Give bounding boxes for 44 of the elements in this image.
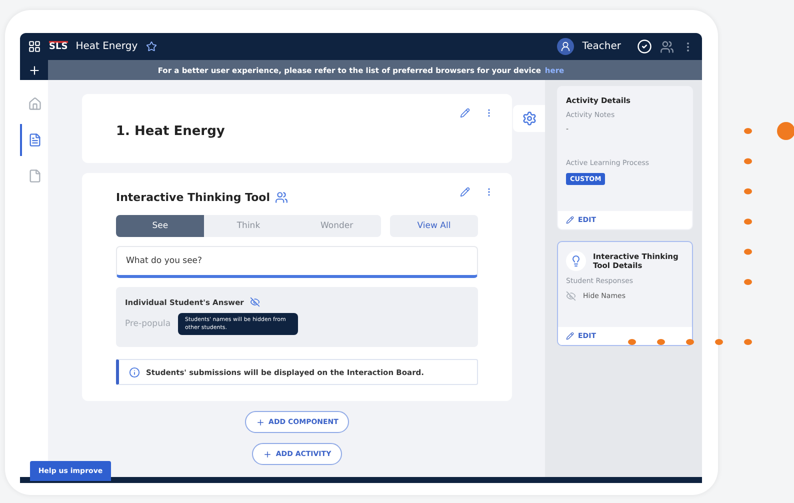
pencil-icon: [566, 332, 574, 340]
lightbulb-icon: [566, 251, 586, 271]
decor-dot: [744, 248, 752, 255]
tab[interactable]: Wonder: [292, 215, 381, 237]
edit-icon[interactable]: [460, 108, 470, 118]
decor-dot: [744, 128, 752, 134]
info-icon: [129, 366, 140, 378]
plus-icon: [28, 64, 40, 76]
app-grid-icon[interactable]: [28, 40, 41, 53]
decor-dot: [715, 339, 723, 345]
check-circle-icon[interactable]: [637, 39, 652, 54]
decor-dot: [744, 158, 752, 164]
group-icon: [274, 191, 288, 204]
logo: SLS: [49, 41, 68, 52]
view-all-button[interactable]: View All: [390, 215, 478, 237]
decor-dot: [744, 218, 752, 225]
edit-icon[interactable]: [460, 187, 470, 197]
decor-dot: [686, 339, 694, 345]
question-field[interactable]: What do you see?: [116, 246, 478, 278]
decor-dot: [657, 339, 665, 345]
decor-dot: [744, 188, 752, 194]
decor-dot: [628, 339, 636, 345]
eye-off-icon[interactable]: [250, 297, 260, 307]
role-label: Teacher: [582, 41, 621, 52]
eye-off-icon: [566, 291, 576, 301]
course-title: Heat Energy: [76, 41, 138, 52]
tab[interactable]: See: [116, 215, 204, 237]
pencil-icon: [566, 216, 574, 224]
document-icon: [28, 169, 42, 183]
tool-title: Interactive Thinking Tool: [116, 191, 270, 204]
activity-title: 1. Heat Energy: [116, 124, 225, 139]
plus-icon: [262, 450, 272, 458]
decor-dot: [744, 339, 752, 345]
plus-icon: [256, 418, 265, 426]
star-icon[interactable]: [146, 41, 157, 52]
page-icon: [28, 133, 42, 147]
settings-button[interactable]: [513, 105, 545, 132]
tab[interactable]: Think: [204, 215, 293, 237]
home-icon: [28, 97, 42, 111]
decor-dot: [744, 279, 752, 285]
settings-icon: [522, 111, 536, 126]
add-button[interactable]: [20, 60, 48, 80]
users-icon[interactable]: [660, 40, 674, 54]
teacher-avatar: [557, 38, 574, 55]
